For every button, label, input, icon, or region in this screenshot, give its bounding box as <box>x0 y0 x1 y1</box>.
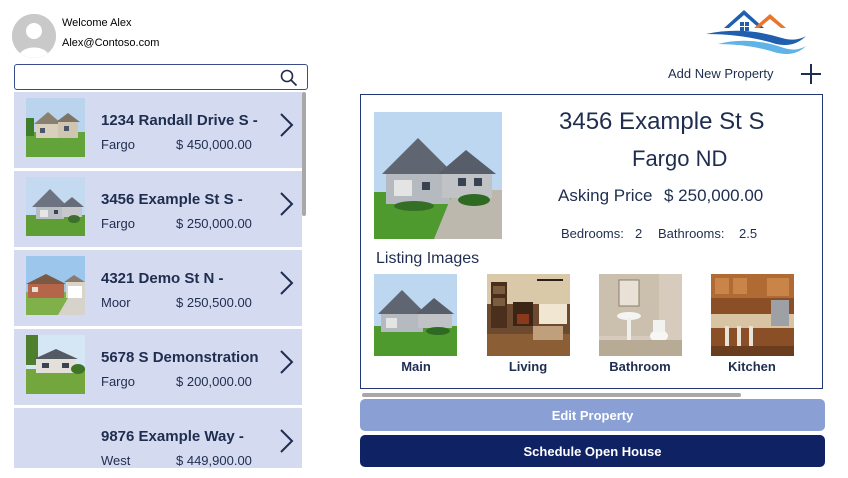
listing-city: West <box>101 453 131 468</box>
bathrooms-value: 2.5 <box>739 226 758 241</box>
list-item[interactable]: 1234 Randall Drive S - Fargo $ 450,000.0… <box>14 92 302 168</box>
property-thumbnail <box>26 98 85 157</box>
property-address: 3456 Example St S <box>559 108 765 135</box>
listing-city: Fargo <box>101 374 135 389</box>
search-box[interactable] <box>14 64 308 90</box>
listing-title: 5678 S Demonstration <box>101 349 259 366</box>
chevron-right-icon[interactable] <box>277 270 295 296</box>
schedule-open-house-button[interactable]: Schedule Open House <box>360 435 825 467</box>
gallery-caption-kitchen: Kitchen <box>728 359 776 374</box>
gallery-image-main[interactable] <box>374 274 457 356</box>
user-email: Alex@Contoso.com <box>62 37 160 49</box>
listing-city: Moor <box>101 295 131 310</box>
edit-property-button[interactable]: Edit Property <box>360 399 825 431</box>
chevron-right-icon[interactable] <box>277 428 295 454</box>
listing-price: $ 449,900.00 <box>176 453 252 468</box>
property-main-photo <box>374 112 502 239</box>
chevron-right-icon[interactable] <box>277 349 295 375</box>
search-input[interactable] <box>21 66 275 90</box>
asking-price-label: Asking Price <box>558 186 653 205</box>
welcome-text: Welcome Alex <box>62 17 132 29</box>
search-icon[interactable] <box>280 69 298 87</box>
listing-title: 9876 Example Way - <box>101 428 244 445</box>
property-city: Fargo ND <box>632 146 728 171</box>
avatar <box>12 14 56 58</box>
list-item[interactable]: 9876 Example Way - West $ 449,900.00 <box>14 408 302 468</box>
listing-price: $ 250,500.00 <box>176 295 252 310</box>
list-scrollbar[interactable] <box>302 92 306 216</box>
gallery-image-living[interactable] <box>487 274 570 356</box>
bathrooms-label: Bathrooms: <box>658 226 725 241</box>
listing-price: $ 450,000.00 <box>176 137 252 152</box>
chevron-right-icon[interactable] <box>277 191 295 217</box>
property-list[interactable]: 1234 Randall Drive S - Fargo $ 450,000.0… <box>14 92 309 468</box>
gallery-scrollbar[interactable] <box>362 393 741 397</box>
gallery-image-bathroom[interactable] <box>599 274 682 356</box>
listing-title: 1234 Randall Drive S - <box>101 112 258 129</box>
listing-price: $ 250,000.00 <box>176 216 252 231</box>
listing-city: Fargo <box>101 216 135 231</box>
asking-price-value: $ 250,000.00 <box>664 186 764 205</box>
list-item[interactable]: 5678 S Demonstration Fargo $ 200,000.00 <box>14 329 302 405</box>
property-thumbnail <box>26 177 85 236</box>
gallery-caption-main: Main <box>401 359 431 374</box>
bedrooms-value: 2 <box>635 226 643 241</box>
gallery-caption-living: Living <box>508 359 548 374</box>
property-thumbnail <box>26 256 85 315</box>
plus-icon[interactable] <box>800 63 822 85</box>
add-property-label[interactable]: Add New Property <box>668 66 774 81</box>
listing-title: 4321 Demo St N - <box>101 270 224 287</box>
listing-city: Fargo <box>101 137 135 152</box>
chevron-right-icon[interactable] <box>277 112 295 138</box>
gallery-caption-bathroom: Bathroom <box>609 359 671 374</box>
listing-price: $ 200,000.00 <box>176 374 252 389</box>
list-item[interactable]: 4321 Demo St N - Moor $ 250,500.00 <box>14 250 302 326</box>
bedrooms-label: Bedrooms: <box>561 226 624 241</box>
property-thumbnail <box>26 335 85 394</box>
listing-images-heading: Listing Images <box>376 250 480 267</box>
listing-title: 3456 Example St S - <box>101 191 243 208</box>
house-logo-icon <box>706 10 806 54</box>
gallery-image-kitchen[interactable] <box>711 274 794 356</box>
list-item[interactable]: 3456 Example St S - Fargo $ 250,000.00 <box>14 171 302 247</box>
